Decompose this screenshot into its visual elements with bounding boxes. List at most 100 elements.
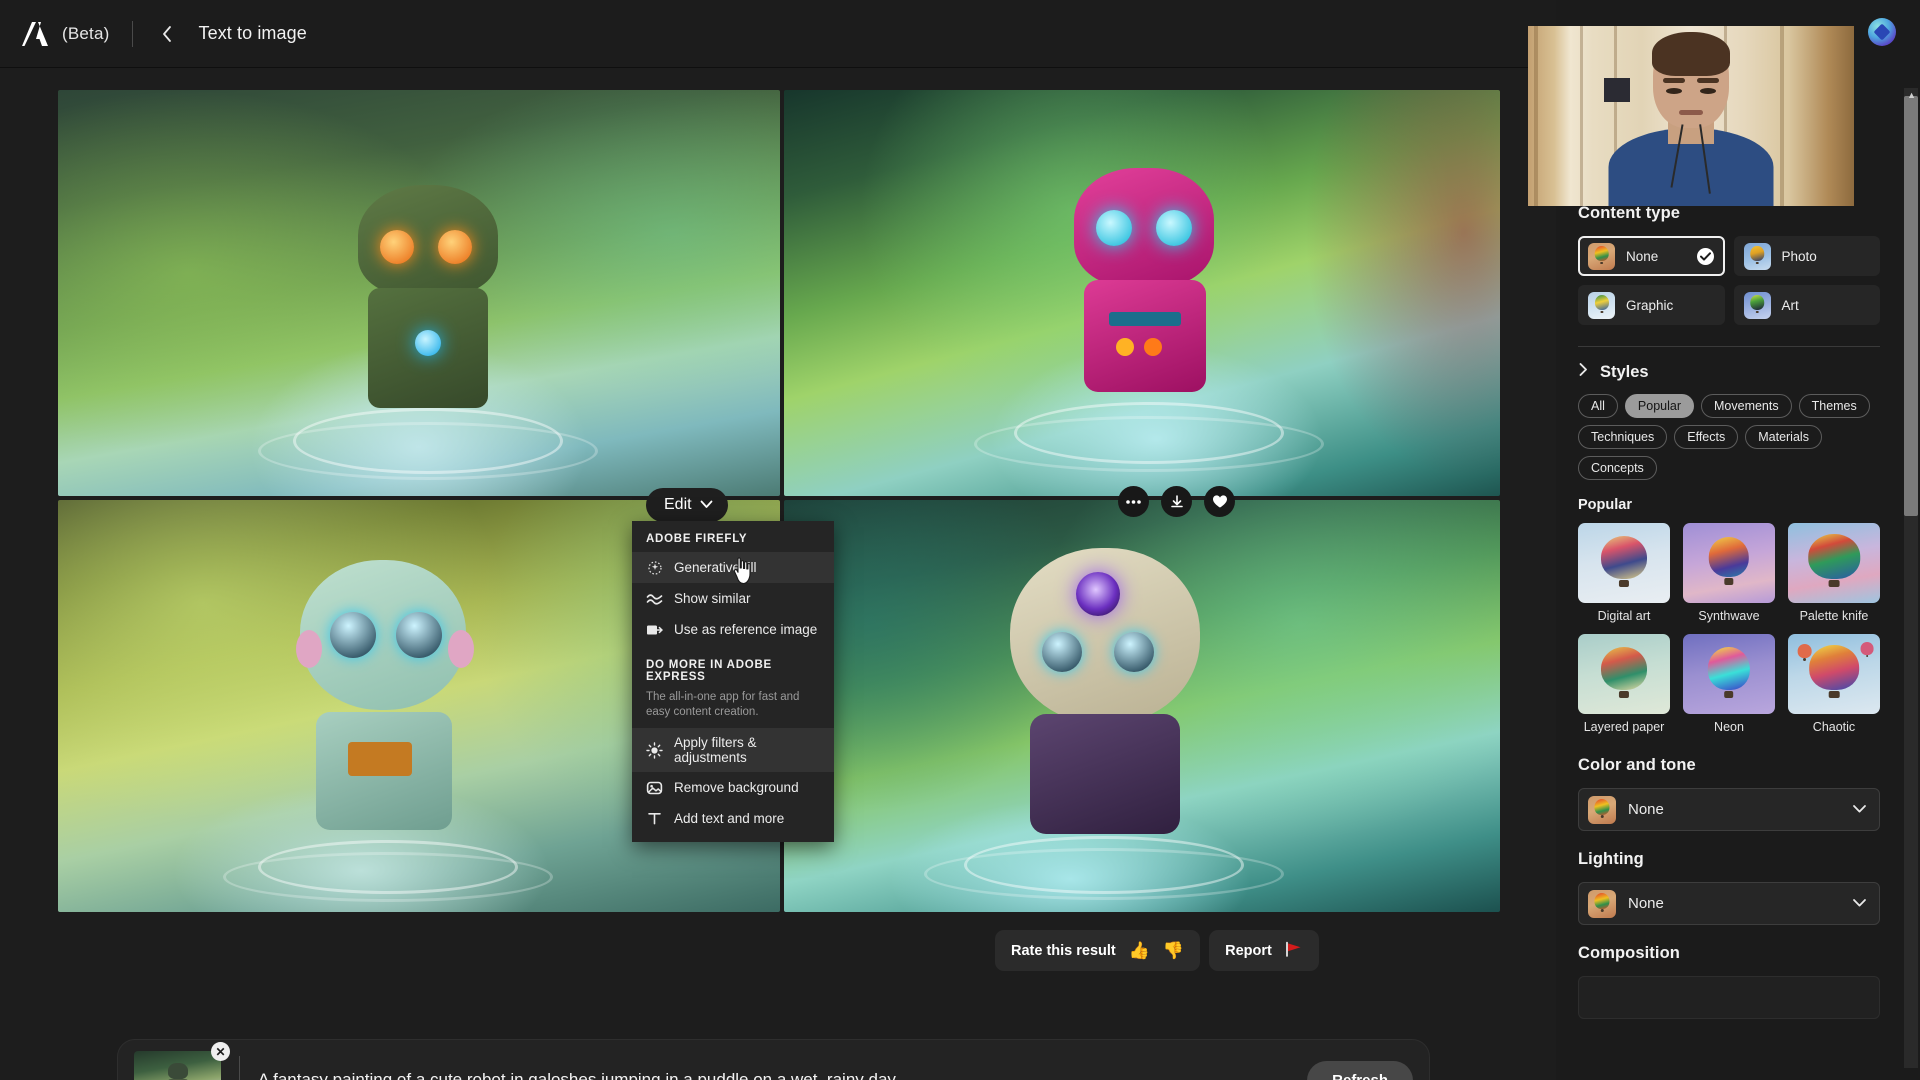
menu-item-label: Add text and more bbox=[674, 811, 785, 826]
result-image-4[interactable] bbox=[784, 500, 1500, 912]
style-filter-movements[interactable]: Movements bbox=[1701, 394, 1792, 418]
balloon-thumbnail bbox=[1743, 242, 1771, 270]
style-option-chaotic[interactable]: Chaotic bbox=[1788, 634, 1880, 734]
menu-item-label: Use as reference image bbox=[674, 622, 818, 637]
prompt-bar[interactable]: ✕ A fantasy painting of a cute robot in … bbox=[117, 1039, 1430, 1080]
chevron-left-icon[interactable] bbox=[155, 21, 181, 47]
style-filter-chips: All Popular Movements Themes Techniques … bbox=[1578, 394, 1880, 480]
menu-section-firefly: ADOBE FIREFLY bbox=[646, 533, 748, 545]
report-label: Report bbox=[1225, 942, 1272, 959]
content-type-option-photo[interactable]: Photo bbox=[1733, 236, 1880, 276]
style-label: Palette knife bbox=[1799, 609, 1869, 623]
balloon-thumbnail bbox=[1588, 889, 1616, 918]
content-type-heading: Content type bbox=[1578, 204, 1681, 222]
style-filter-concepts[interactable]: Concepts bbox=[1578, 456, 1657, 480]
style-filter-effects[interactable]: Effects bbox=[1674, 425, 1739, 449]
style-label: Layered paper bbox=[1583, 720, 1665, 734]
style-option-neon[interactable]: Neon bbox=[1683, 634, 1775, 734]
menu-item-label: Show similar bbox=[674, 591, 751, 606]
content-type-label: Photo bbox=[1781, 248, 1817, 264]
style-filter-themes[interactable]: Themes bbox=[1798, 394, 1870, 418]
page-title: Text to image bbox=[198, 23, 307, 43]
content-type-label: None bbox=[1626, 248, 1659, 264]
sidebar-content: Content type None Photo Graphic Art Styl… bbox=[1556, 204, 1902, 1038]
menu-item-generative-fill[interactable]: Generative fill bbox=[632, 552, 834, 583]
lighting-value: None bbox=[1628, 895, 1664, 912]
style-label: Synthwave bbox=[1698, 609, 1760, 623]
text-t-icon bbox=[646, 810, 663, 827]
menu-item-label: Generative fill bbox=[674, 560, 757, 575]
style-thumbnail bbox=[1788, 523, 1880, 603]
rate-label: Rate this result bbox=[1011, 942, 1116, 959]
adobe-logo-icon[interactable] bbox=[20, 20, 50, 48]
rate-result-bar: Rate this result 👍 👎 Report bbox=[995, 930, 1319, 971]
sidebar-scrollbar-thumb[interactable] bbox=[1904, 96, 1918, 516]
style-option-palette-knife[interactable]: Palette knife bbox=[1788, 523, 1880, 623]
chevron-right-icon bbox=[1578, 362, 1589, 382]
menu-item-show-similar[interactable]: Show similar bbox=[632, 583, 834, 614]
menu-section-express: DO MORE IN ADOBE EXPRESS bbox=[646, 659, 772, 683]
thumbs-down-icon[interactable]: 👎 bbox=[1163, 942, 1184, 959]
menu-item-label: Apply filters & adjustments bbox=[674, 735, 757, 765]
recorder-logo-icon[interactable] bbox=[1868, 18, 1896, 46]
content-type-option-none[interactable]: None bbox=[1578, 236, 1725, 276]
scroll-up-arrow-icon[interactable]: ▲ bbox=[1907, 90, 1916, 100]
firefly-app-window: (Beta) Text to image Edit ADOBE FIREFLY … bbox=[0, 0, 1920, 1080]
result-image-2[interactable] bbox=[784, 90, 1500, 496]
sparkle-circle-icon bbox=[646, 559, 663, 576]
image-remove-icon bbox=[646, 779, 663, 796]
balloon-thumbnail bbox=[1588, 795, 1616, 824]
content-type-label: Graphic bbox=[1626, 297, 1674, 313]
image-arrow-icon bbox=[646, 621, 663, 638]
style-thumbnail bbox=[1683, 634, 1775, 714]
content-type-option-art[interactable]: Art bbox=[1733, 285, 1880, 325]
edit-button[interactable]: Edit bbox=[646, 488, 728, 522]
style-filter-techniques[interactable]: Techniques bbox=[1578, 425, 1668, 449]
check-circle-icon bbox=[1696, 247, 1714, 265]
menu-item-add-text-and-more[interactable]: Add text and more bbox=[632, 803, 834, 834]
thumbs-up-icon[interactable]: 👍 bbox=[1129, 942, 1150, 959]
style-label: Digital art bbox=[1597, 609, 1651, 623]
reference-image-thumbnail[interactable]: ✕ bbox=[134, 1042, 230, 1080]
close-circle-icon[interactable]: ✕ bbox=[211, 1042, 230, 1061]
menu-item-apply-filters-adjustments[interactable]: Apply filters & adjustments bbox=[632, 728, 834, 772]
style-label: Neon bbox=[1714, 720, 1744, 734]
menu-item-use-as-reference-image[interactable]: Use as reference image bbox=[632, 614, 834, 645]
style-option-synthwave[interactable]: Synthwave bbox=[1683, 523, 1775, 623]
prompt-input[interactable]: A fantasy painting of a cute robot in ga… bbox=[258, 1070, 1307, 1080]
chevron-down-icon bbox=[1852, 895, 1867, 913]
edit-button-label: Edit bbox=[664, 496, 692, 513]
menu-item-remove-background[interactable]: Remove background bbox=[632, 772, 834, 803]
color-and-tone-heading: Color and tone bbox=[1578, 756, 1696, 774]
refresh-button[interactable]: Refresh bbox=[1307, 1060, 1413, 1080]
style-filter-all[interactable]: All bbox=[1578, 394, 1618, 418]
beta-label: (Beta) bbox=[62, 23, 110, 43]
report-button[interactable]: Report bbox=[1209, 930, 1319, 971]
style-thumbnail bbox=[1578, 523, 1670, 603]
style-option-digital-art[interactable]: Digital art bbox=[1578, 523, 1670, 623]
style-thumbnail bbox=[1788, 634, 1880, 714]
favorite-button[interactable] bbox=[1204, 486, 1235, 517]
composition-dropdown[interactable] bbox=[1578, 976, 1880, 1019]
flag-icon bbox=[1285, 941, 1303, 961]
more-options-button[interactable] bbox=[1118, 486, 1149, 517]
style-thumbnail-grid: Digital art Synthwave Palette knife Laye… bbox=[1578, 523, 1880, 734]
balloon-thumbnail bbox=[1588, 242, 1615, 270]
style-filter-popular[interactable]: Popular bbox=[1624, 394, 1694, 418]
download-button[interactable] bbox=[1161, 486, 1192, 517]
brightness-icon bbox=[646, 741, 663, 759]
lighting-dropdown[interactable]: None bbox=[1578, 882, 1880, 925]
menu-section-express-description: The all-in-one app for fast and easy con… bbox=[646, 691, 800, 718]
card-actions bbox=[1118, 486, 1235, 517]
composition-heading: Composition bbox=[1578, 944, 1680, 962]
webcam-person-hair bbox=[1652, 32, 1730, 76]
waves-icon bbox=[646, 590, 663, 607]
style-filter-materials[interactable]: Materials bbox=[1745, 425, 1822, 449]
content-type-option-graphic[interactable]: Graphic bbox=[1578, 285, 1725, 325]
styles-section-toggle[interactable]: Styles bbox=[1578, 347, 1880, 394]
result-image-1[interactable] bbox=[58, 90, 780, 496]
style-option-layered-paper[interactable]: Layered paper bbox=[1578, 634, 1670, 734]
color-and-tone-dropdown[interactable]: None bbox=[1578, 788, 1880, 831]
content-type-label: Art bbox=[1781, 297, 1799, 313]
